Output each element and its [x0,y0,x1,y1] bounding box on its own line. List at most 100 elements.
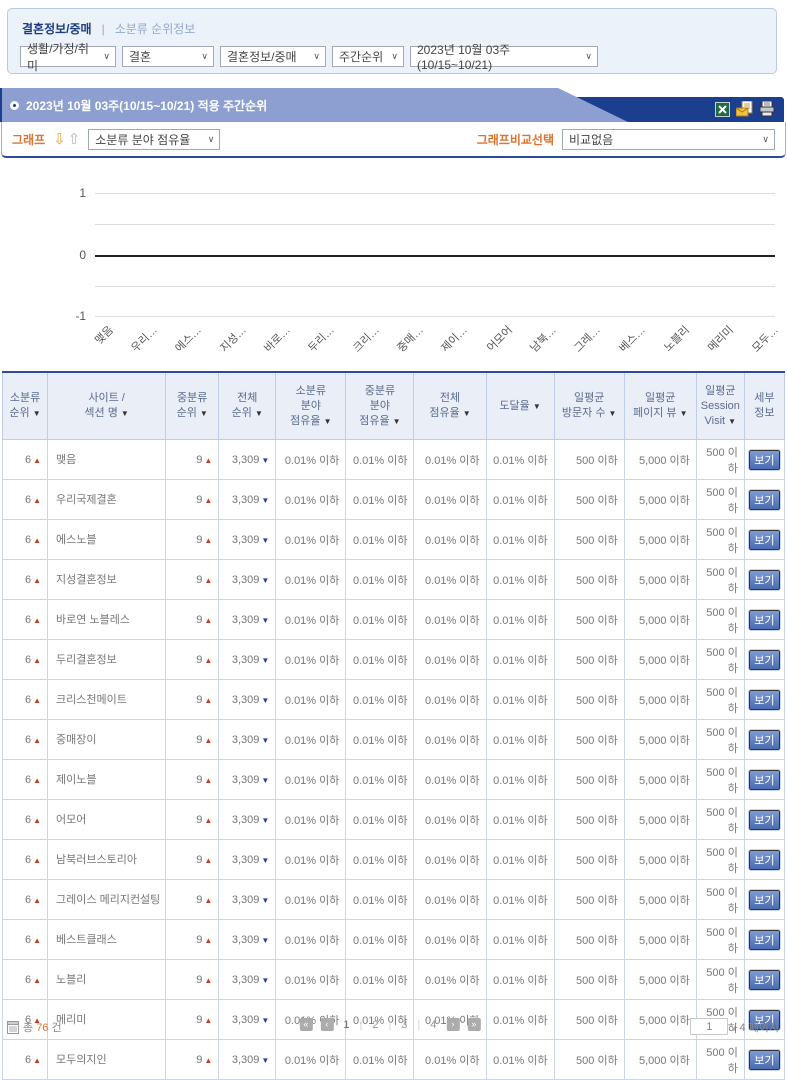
sub-rank-cell: 6▲ [3,520,48,560]
filter-select-3[interactable]: 주간순위∨ [332,46,404,67]
sort-icon[interactable]: ▼ [728,417,736,426]
last-page-button[interactable]: » [467,1018,480,1031]
view-detail-button[interactable]: 보기 [749,770,779,790]
column-header-1[interactable]: 사이트 /섹션 명 ▼ [48,372,166,440]
column-header-5[interactable]: 중분류분야점유율 ▼ [346,372,414,440]
graph-controls: 그래프 ⇩ ⇧ 소분류 분야 점유율∨ 그래프비교선택 비교없음∨ [1,122,786,158]
rank-up-icon: ▲ [33,456,41,465]
page-number-3[interactable]: 3 [399,1019,409,1031]
view-detail-button[interactable]: 보기 [749,610,779,630]
rank-down-icon: ▼ [261,976,269,985]
column-header-10[interactable]: 일평균SessionVisit ▼ [696,372,744,440]
page-number-4[interactable]: 4 [428,1019,438,1031]
sort-icon[interactable]: ▼ [393,417,401,426]
column-header-9[interactable]: 일평균페이지 뷰 ▼ [624,372,696,440]
pageviews-cell: 5,000 이하 [624,680,696,720]
detail-cell: 보기 [744,1040,784,1080]
mid-rank-cell: 9▲ [166,760,219,800]
graph-metric-select[interactable]: 소분류 분야 점유율∨ [88,129,220,150]
filter-select-2[interactable]: 결혼정보/중매∨ [220,46,326,67]
rank-up-icon: ▲ [33,616,41,625]
detail-cell: 보기 [744,880,784,920]
view-detail-button[interactable]: 보기 [749,810,779,830]
filter-select-1[interactable]: 결혼∨ [122,46,214,67]
filter-select-0[interactable]: 생활/가정/취미∨ [20,46,116,67]
sort-icon[interactable]: ▼ [324,417,332,426]
sessions-cell: 500 이하 [696,480,744,520]
detail-cell: 보기 [744,560,784,600]
move-up-icon[interactable]: ⇧ [68,132,81,147]
view-detail-button[interactable]: 보기 [749,490,779,510]
sub-share-cell: 0.01% 이하 [276,800,346,840]
rank-down-icon: ▼ [261,816,269,825]
filter-select-4[interactable]: 2023년 10월 03주(10/15~10/21)∨ [410,46,598,67]
detail-cell: 보기 [744,600,784,640]
view-detail-button[interactable]: 보기 [749,730,779,750]
view-detail-button[interactable]: 보기 [749,650,779,670]
bullet-icon [10,101,19,110]
sessions-cell: 500 이하 [696,680,744,720]
table-row: 6▲노블리9▲3,309▼0.01% 이하0.01% 이하0.01% 이하0.0… [3,960,785,1000]
x-axis-label: 어모어 [483,322,516,355]
column-header-3[interactable]: 전체순위 ▼ [219,372,276,440]
view-detail-button[interactable]: 보기 [749,690,779,710]
view-detail-button[interactable]: 보기 [749,450,779,470]
graph-metric-value: 소분류 분야 점유율 [95,131,190,148]
subcategory-rank-tab[interactable]: 소분류 순위정보 [115,22,196,36]
column-header-8[interactable]: 일평균방문자 수 ▼ [554,372,624,440]
view-detail-button[interactable]: 보기 [749,850,779,870]
view-detail-button[interactable]: 보기 [749,530,779,550]
view-detail-button[interactable]: 보기 [749,970,779,990]
pagination: «‹1|2|3|4›» [299,1018,480,1031]
mid-share-cell: 0.01% 이하 [346,440,414,480]
rank-up-icon: ▲ [33,776,41,785]
excel-export-icon[interactable] [715,102,730,117]
visitors-cell: 500 이하 [554,560,624,600]
total-count: 총 76 건 [7,1019,62,1035]
graph-compare-select[interactable]: 비교없음∨ [562,129,775,150]
view-detail-button[interactable]: 보기 [749,930,779,950]
rank-down-icon: ▼ [261,656,269,665]
next-page-button[interactable]: › [446,1018,459,1031]
reach-cell: 0.01% 이하 [486,800,554,840]
sort-icon[interactable]: ▼ [33,409,41,418]
mid-rank-cell: 9▲ [166,1040,219,1080]
sort-icon[interactable]: ▼ [680,409,688,418]
first-page-button[interactable]: « [299,1018,312,1031]
sort-icon[interactable]: ▼ [255,409,263,418]
pageviews-cell: 5,000 이하 [624,960,696,1000]
sessions-cell: 500 이하 [696,960,744,1000]
rank-up-icon: ▲ [33,976,41,985]
column-header-0[interactable]: 소분류순위 ▼ [3,372,48,440]
view-detail-button[interactable]: 보기 [749,570,779,590]
mid-share-cell: 0.01% 이하 [346,960,414,1000]
sessions-cell: 500 이하 [696,920,744,960]
sub-share-cell: 0.01% 이하 [276,1040,346,1080]
view-detail-button[interactable]: 보기 [749,1050,779,1070]
page-number-1[interactable]: 1 [341,1019,351,1031]
mid-share-cell: 0.01% 이하 [346,480,414,520]
prev-page-button[interactable]: ‹ [320,1018,333,1031]
page-number-2[interactable]: 2 [370,1019,380,1031]
move-down-icon[interactable]: ⇩ [53,132,66,147]
print-icon[interactable] [759,101,775,117]
column-header-2[interactable]: 중분류순위 ▼ [166,372,219,440]
chevron-down-icon: ∨ [103,51,110,62]
column-header-4[interactable]: 소분류분야점유율 ▼ [276,372,346,440]
site-name-cell: 베스트클래스 [48,920,166,960]
detail-cell: 보기 [744,920,784,960]
view-detail-button[interactable]: 보기 [749,890,779,910]
sort-icon[interactable]: ▼ [609,409,617,418]
column-header-7[interactable]: 도달율 ▼ [486,372,554,440]
total-share-cell: 0.01% 이하 [414,440,486,480]
chevron-down-icon: ∨ [391,51,398,62]
mail-send-icon[interactable] [736,101,753,117]
sort-icon[interactable]: ▼ [463,409,471,418]
column-header-6[interactable]: 전체점유율 ▼ [414,372,486,440]
sort-icon[interactable]: ▼ [533,402,541,411]
sort-icon[interactable]: ▼ [121,409,129,418]
category-tab[interactable]: 결혼정보/중매 [22,22,92,36]
x-axis-label: 우리… [127,322,160,355]
page-input[interactable] [690,1018,728,1035]
sort-icon[interactable]: ▼ [200,409,208,418]
